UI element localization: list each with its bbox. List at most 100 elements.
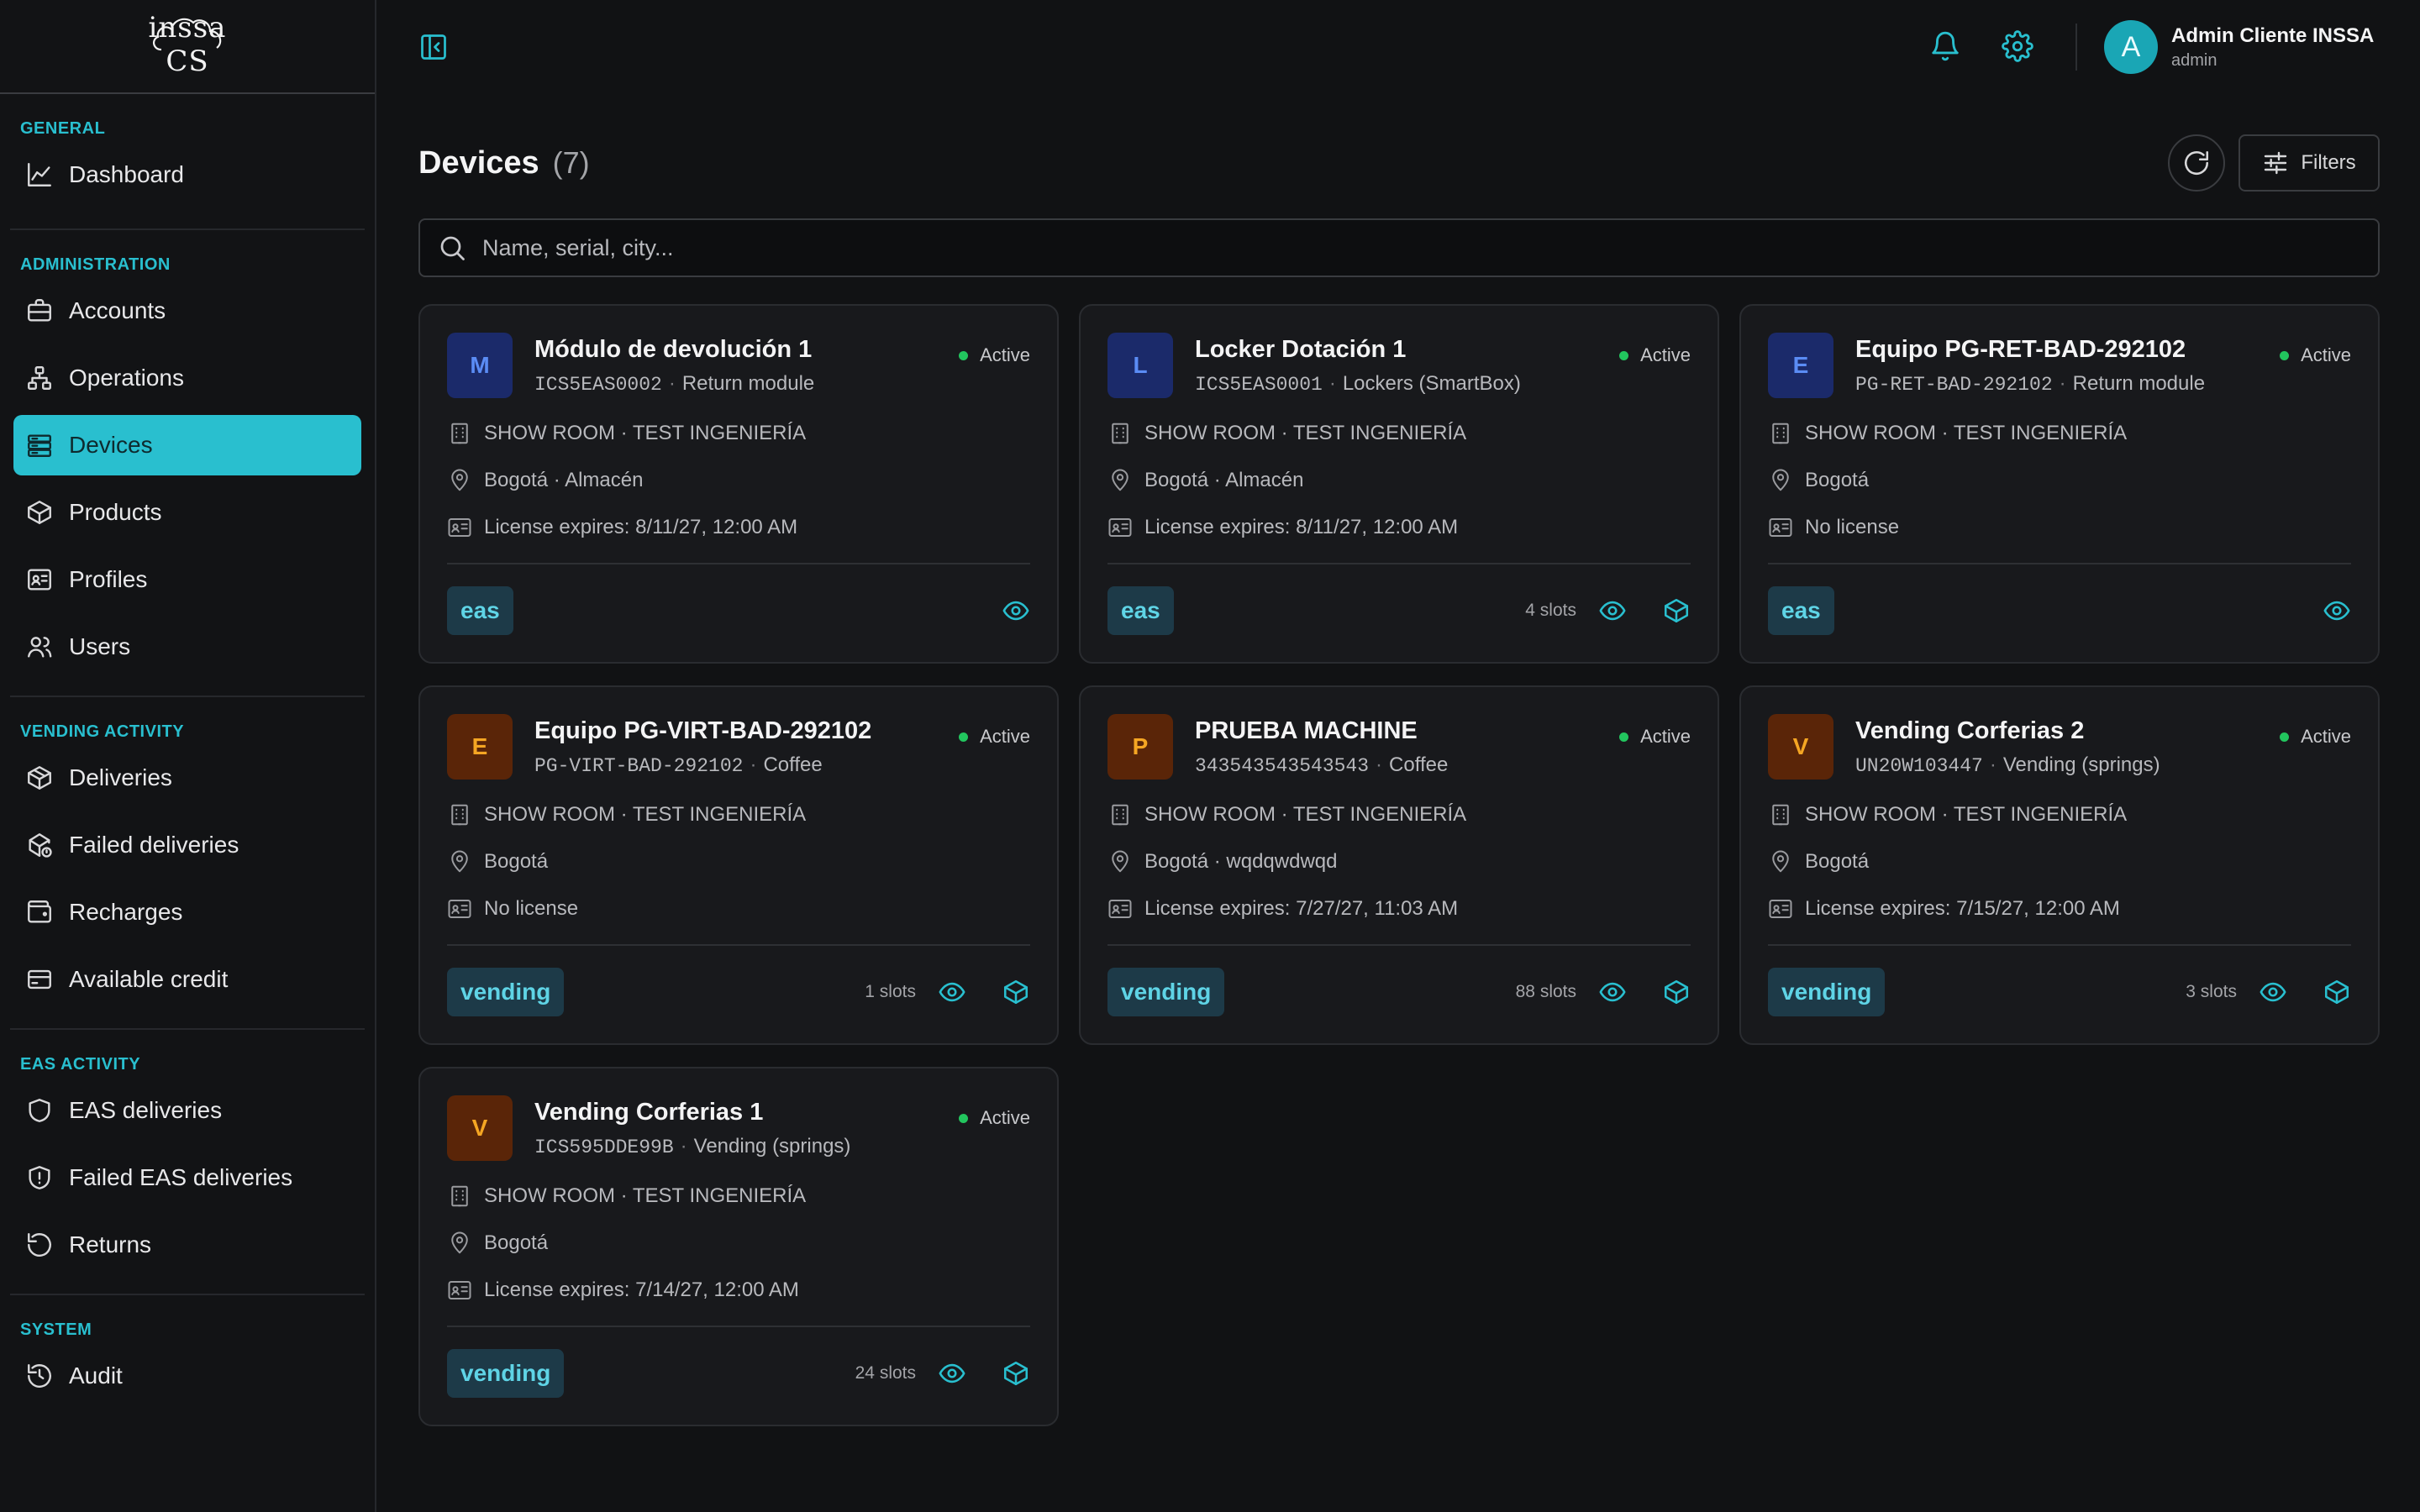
sidebar-item-audit[interactable]: Audit [13,1346,361,1406]
app-logo[interactable]: inssa CS [133,11,242,78]
sidebar-item-operations[interactable]: Operations [13,348,361,408]
device-type: Return module [2072,372,2206,395]
device-city: Bogotá [484,1231,549,1254]
eye-icon[interactable] [1002,596,1030,625]
device-location-row: SHOW ROOM · TEST INGENIERÍA [1107,410,1691,457]
sidebar-item-profiles[interactable]: Profiles [13,549,361,610]
card-divider [447,563,1030,564]
device-card[interactable]: M Módulo de devolución 1 ICS5EAS0002 · Retur… [418,304,1059,664]
device-location: SHOW ROOM · TEST INGENIERÍA [484,1184,807,1207]
eye-icon[interactable] [1598,978,1627,1006]
sidebar-item-returns[interactable]: Returns [13,1215,361,1275]
sidebar-item-deliveries[interactable]: Deliveries [13,748,361,808]
search-input[interactable] [482,234,2378,261]
sidebar-item-label: Returns [69,1231,152,1257]
settings-gear-icon[interactable] [2002,30,2033,62]
nav-heading: VENDING ACTIVITY [20,722,185,741]
sidebar-item-users[interactable]: Users [13,617,361,677]
slots-count: 88 slots [1515,982,1576,1001]
sidebar-toggle-icon[interactable] [418,32,449,62]
nav-section: EAS ACTIVITY EAS deliveries Failed EAS del… [0,1030,375,1275]
search-icon [440,236,465,260]
device-tag: eas [1107,586,1174,635]
credit-card-icon [25,965,54,994]
sidebar-item-devices[interactable]: Devices [13,415,361,475]
device-card[interactable]: E Equipo PG-RET-BAD-292102 PG-RET-BAD-2921… [1739,304,2380,664]
eye-icon[interactable] [938,978,966,1006]
shield-icon [25,1096,54,1125]
card-footer: vending 24 slots [447,1349,1030,1398]
box-icon[interactable] [1002,1359,1030,1388]
eye-icon[interactable] [938,1359,966,1388]
device-license: License expires: 7/14/27, 12:00 AM [484,1278,799,1301]
sidebar-item-available-credit[interactable]: Available credit [13,949,361,1010]
eye-icon[interactable] [1598,596,1627,625]
sidebar-item-dashboard[interactable]: Dashboard [13,144,361,205]
device-count: (7) [552,145,590,180]
sidebar-item-accounts[interactable]: Accounts [13,281,361,341]
user-name: Admin Cliente INSSA [2171,24,2375,47]
sidebar-item-label: Available credit [69,966,229,992]
device-location-row: SHOW ROOM · TEST INGENIERÍA [1768,410,2351,457]
box-icon[interactable] [2323,978,2351,1006]
device-city: Bogotá [1805,469,1870,491]
nav-heading: SYSTEM [20,1320,92,1339]
status-badge: Active [959,1107,1030,1129]
filters-button[interactable]: Filters [2238,134,2380,192]
device-card[interactable]: L Locker Dotación 1 ICS5EAS0001 · Lockers (S… [1079,304,1719,664]
card-actions [1002,596,1030,625]
sidebar-item-label: Products [69,499,162,525]
map-pin-icon [1107,468,1133,493]
card-title-block: PRUEBA MACHINE 343543543543543 · Coffee [1195,714,1691,777]
card-header: L Locker Dotación 1 ICS5EAS0001 · Lockers (S… [1107,333,1691,400]
separator-dot: · [1989,753,1996,776]
user-menu[interactable]: A Admin Cliente INSSA admin [2104,20,2374,74]
device-city-row: Bogotá [1768,838,2351,885]
notifications-bell-icon[interactable] [1929,30,1961,62]
device-card[interactable]: V Vending Corferias 2 UN20W103447 · Vending … [1739,685,2380,1045]
status-badge: Active [2280,344,2351,366]
search-box [418,218,2380,277]
device-type: Lockers (SmartBox) [1342,372,1521,395]
status-label: Active [2301,726,2351,747]
nav-section: ADMINISTRATION Accounts Operations Devices P… [0,230,375,677]
device-license-row: No license [447,885,1030,932]
sidebar-item-recharges[interactable]: Recharges [13,882,361,942]
device-serial: 343543543543543 [1195,755,1370,777]
device-name: PRUEBA MACHINE [1195,717,1418,744]
device-serial: ICS5EAS0002 [534,374,662,396]
sidebar: inssa CS GENERAL Dashboard ADMINISTRATION A… [0,0,376,1512]
box-icon[interactable] [1662,596,1691,625]
eye-icon[interactable] [2323,596,2351,625]
card-actions [2323,596,2351,625]
device-license-row: License expires: 7/15/27, 12:00 AM [1768,885,2351,932]
device-city: Bogotá · Almacén [484,469,644,491]
box-icon[interactable] [1662,978,1691,1006]
sidebar-nav: GENERAL Dashboard ADMINISTRATION Accounts Op… [0,94,375,1406]
sidebar-item-eas-deliveries[interactable]: EAS deliveries [13,1080,361,1141]
status-dot [959,350,969,360]
separator-dot: · [680,1135,687,1158]
page-title: Devices [418,144,539,181]
device-location-row: SHOW ROOM · TEST INGENIERÍA [447,410,1030,457]
device-card[interactable]: E Equipo PG-VIRT-BAD-292102 PG-VIRT-BAD-29… [418,685,1059,1045]
box-icon[interactable] [1002,978,1030,1006]
map-pin-icon [447,1231,472,1256]
history-icon [25,1362,54,1390]
sidebar-item-failed-eas-deliveries[interactable]: Failed EAS deliveries [13,1147,361,1208]
eye-icon[interactable] [2259,978,2287,1006]
sidebar-item-failed-deliveries[interactable]: Failed deliveries [13,815,361,875]
device-license: License expires: 7/15/27, 12:00 AM [1805,897,2120,920]
device-city-row: Bogotá [1768,457,2351,504]
status-badge: Active [2280,726,2351,748]
building-icon [447,802,472,827]
sidebar-item-products[interactable]: Products [13,482,361,543]
device-card[interactable]: P PRUEBA MACHINE 343543543543543 · Coffee Act… [1079,685,1719,1045]
refresh-button[interactable] [2168,134,2225,192]
status-dot [959,1113,969,1123]
device-subtitle: 343543543543543 · Coffee [1195,753,1691,777]
device-avatar: P [1107,714,1173,780]
status-label: Active [1640,726,1691,747]
device-card[interactable]: V Vending Corferias 1 ICS595DDE99B · Vending… [418,1067,1059,1426]
status-dot [1619,350,1629,360]
